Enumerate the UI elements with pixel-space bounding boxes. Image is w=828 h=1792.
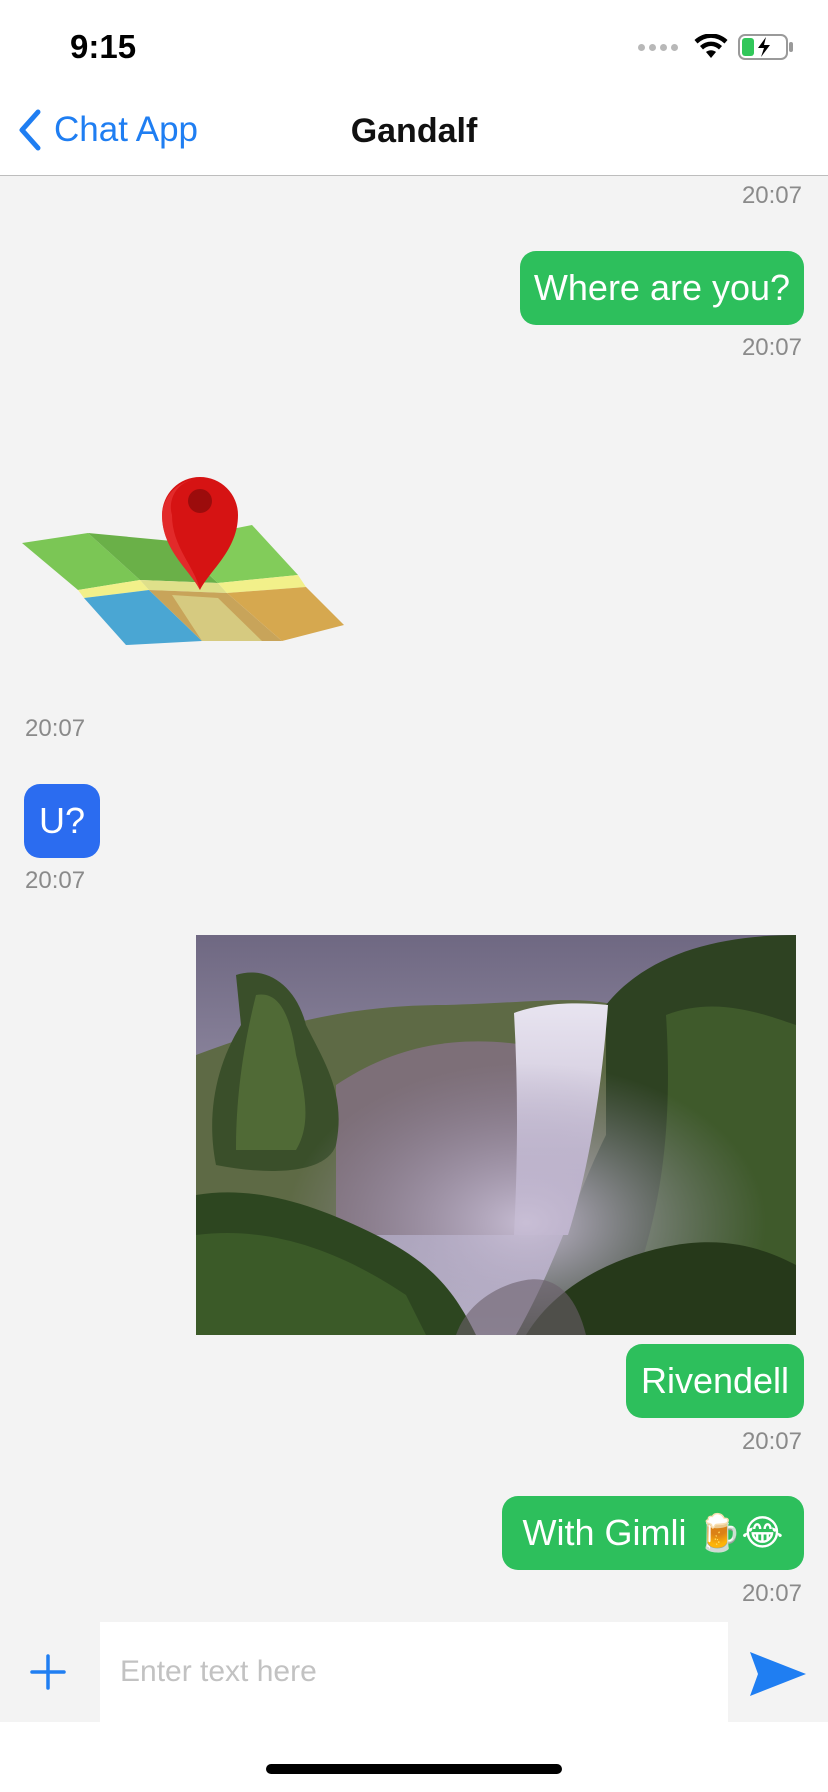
outgoing-message-bubble[interactable]: Where are you? — [520, 251, 804, 325]
message-input-bar — [0, 1622, 828, 1722]
outgoing-message-bubble[interactable]: Rivendell — [626, 1344, 804, 1418]
bottom-safe-area — [0, 1722, 828, 1792]
incoming-message-bubble[interactable]: U? — [24, 784, 100, 858]
wifi-icon — [694, 34, 728, 58]
home-indicator[interactable] — [266, 1764, 562, 1774]
navigation-bar: Chat App Gandalf — [0, 88, 828, 176]
status-time: 9:15 — [70, 28, 137, 65]
message-timestamp: 20:07 — [741, 1428, 802, 1455]
status-bar: 9:15 — [0, 0, 828, 88]
status-icons — [638, 34, 794, 60]
message-timestamp: 20:07 — [741, 182, 802, 209]
message-timestamp: 20:07 — [741, 334, 802, 361]
add-attachment-button[interactable] — [28, 1652, 68, 1692]
outgoing-message-bubble[interactable]: With Gimli 🍺😂 — [502, 1496, 804, 1570]
message-timestamp: 20:07 — [741, 1580, 802, 1607]
map-pin-icon[interactable] — [22, 455, 352, 655]
message-timestamp: 20:07 — [25, 867, 86, 894]
send-button[interactable] — [748, 1650, 808, 1698]
message-timestamp: 20:07 — [25, 715, 86, 742]
signal-dots-icon — [638, 43, 678, 51]
waterfall-photo[interactable] — [196, 935, 796, 1335]
conversation-title: Gandalf — [350, 112, 478, 150]
battery-charging-icon — [738, 34, 793, 60]
message-text-input[interactable] — [100, 1622, 728, 1722]
